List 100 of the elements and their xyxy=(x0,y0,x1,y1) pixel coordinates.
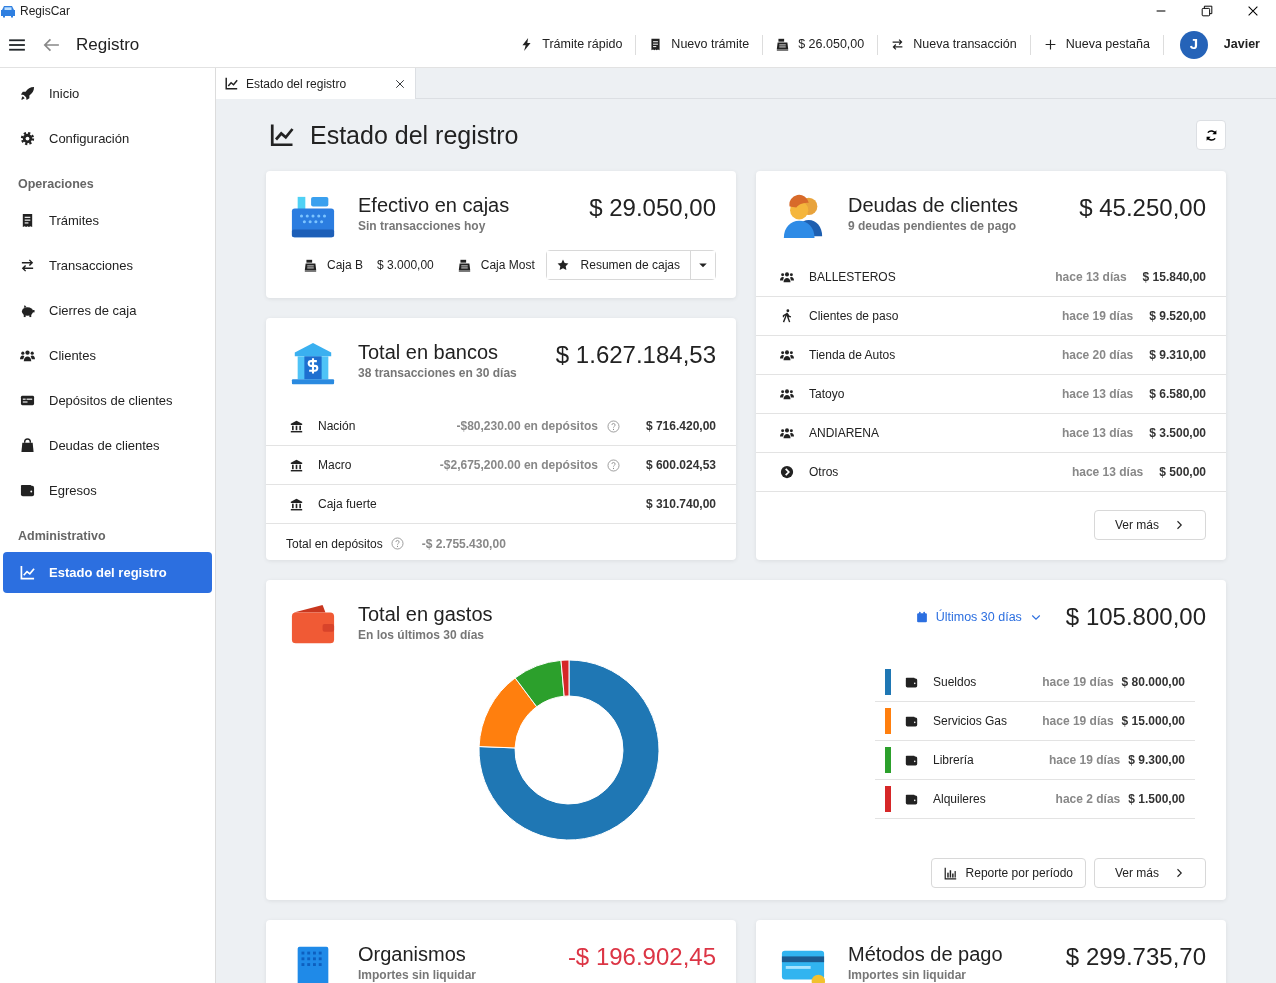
register-name: Caja B xyxy=(327,257,364,274)
help-icon xyxy=(390,537,404,550)
debt-age: hace 13 días xyxy=(1061,386,1134,403)
debt-amount: $ 500,00 xyxy=(1159,464,1206,481)
debt-age: hace 13 días xyxy=(1061,425,1134,442)
sidebar-item[interactable]: Trámites xyxy=(0,198,215,243)
account-amount: $ 310.740,00 xyxy=(645,496,716,513)
debt-age: hace 13 días xyxy=(1055,269,1127,286)
sidebar-heading: Operaciones xyxy=(17,176,95,194)
sidebar-item[interactable]: Egresos xyxy=(0,468,215,513)
wallet-icon xyxy=(905,753,918,767)
sidebar-item[interactable]: Configuración xyxy=(0,116,215,161)
toolbar-button[interactable]: Trámite rápido xyxy=(507,35,636,54)
card-amount: $ 105.800,00 xyxy=(1065,602,1206,632)
wallet-icon xyxy=(20,483,35,498)
card-subtitle: Sin transacciones hoy xyxy=(358,218,487,235)
expense-amount: $ 80.000,00 xyxy=(1121,674,1185,691)
total-deposits-amount: -$ 2.755.430,00 xyxy=(421,535,506,553)
sidebar-item[interactable]: Transacciones xyxy=(0,243,215,288)
calendar-icon xyxy=(915,611,928,624)
report-button[interactable]: Reporte por período xyxy=(930,858,1086,888)
card-title: Organismos xyxy=(358,942,467,966)
expense-amount: $ 15.000,00 xyxy=(1121,713,1185,730)
help-icon xyxy=(606,458,620,472)
debt-amount: $ 3.500,00 xyxy=(1149,425,1206,442)
piggy-bank-icon xyxy=(20,303,35,318)
card-amount: -$ 196.902,45 xyxy=(567,942,716,972)
debt-age: hace 19 días xyxy=(1061,308,1134,325)
user-name: Javier xyxy=(1223,36,1260,54)
tab[interactable]: Estado del registro xyxy=(216,68,416,99)
line-chart-icon xyxy=(270,123,294,147)
wallet-icon xyxy=(905,675,918,689)
sidebar-item[interactable]: Inicio xyxy=(0,71,215,116)
cash-register-illustration xyxy=(290,194,336,240)
card-subtitle: 9 deudas pendientes de pago xyxy=(848,218,1018,235)
sidebar-item[interactable]: Cierres de caja xyxy=(0,288,215,333)
line-chart-icon xyxy=(20,565,35,580)
card-title: Efectivo en cajas xyxy=(358,193,510,217)
debt-age: hace 13 días xyxy=(1071,464,1144,481)
sidebar-heading: Administrativo xyxy=(17,528,107,546)
cash-register-icon xyxy=(304,258,317,272)
users-icon xyxy=(780,270,794,284)
bank-illustration xyxy=(290,341,336,387)
card-subtitle: Importes sin liquidar xyxy=(848,967,968,983)
page-title: Registro xyxy=(76,33,140,56)
expense-amount: $ 9.300,00 xyxy=(1128,752,1185,769)
bank-icon xyxy=(290,458,303,472)
expense-age: hace 19 días xyxy=(1042,713,1114,730)
client-name: Clientes de paso xyxy=(809,308,900,325)
sidebar-item[interactable]: Clientes xyxy=(0,333,215,378)
expense-name: Librería xyxy=(933,752,975,769)
sidebar-item[interactable]: Depósitos de clientes xyxy=(0,378,215,423)
swap-arrows-icon xyxy=(891,38,905,51)
cash-register-icon xyxy=(457,258,471,272)
account-name: Caja fuerte xyxy=(318,496,377,513)
see-more-button[interactable]: Ver más xyxy=(1094,858,1206,888)
dropdown-button[interactable] xyxy=(690,251,715,279)
tab-label: Estado del registro xyxy=(246,75,348,93)
toolbar-button[interactable]: Nueva transacción xyxy=(878,35,1030,54)
expense-age: hace 2 días xyxy=(1055,791,1121,808)
toolbar-button[interactable]: $ 26.050,00 xyxy=(763,35,878,54)
toolbar-button[interactable]: Nuevo trámite xyxy=(636,35,763,54)
period-dropdown[interactable]: Últimos 30 días xyxy=(915,608,1042,627)
gear-icon xyxy=(20,131,35,146)
client-name: Otros xyxy=(809,464,840,481)
see-more-button[interactable]: Ver más xyxy=(1094,510,1206,540)
account-amount: $ 716.420,00 xyxy=(645,418,716,435)
card-subtitle: 38 transacciones en 30 días xyxy=(358,365,517,382)
debt-age: hace 20 días xyxy=(1061,347,1134,364)
users-icon xyxy=(780,387,794,401)
user-avatar[interactable]: J xyxy=(1179,30,1208,59)
deposits-note: -$80,230.00 en depósitos xyxy=(456,418,598,435)
expense-age: hace 19 días xyxy=(1048,752,1121,769)
account-name: Nación xyxy=(318,418,356,435)
help-icon xyxy=(606,419,620,433)
tab-close-button[interactable] xyxy=(394,77,406,90)
client-name: Tatoyo xyxy=(809,386,846,403)
sidebar-item[interactable]: Deudas de clientes xyxy=(0,423,215,468)
card-title: Métodos de pago xyxy=(848,942,1003,966)
card-title: Total en gastos xyxy=(358,602,493,626)
star-icon xyxy=(556,259,569,271)
wallet-icon xyxy=(905,792,918,806)
line-chart-icon xyxy=(225,77,238,90)
close-icon xyxy=(394,77,406,90)
debt-amount: $ 9.310,00 xyxy=(1149,347,1206,364)
walking-person-icon xyxy=(780,309,794,323)
rocket-icon xyxy=(20,86,35,101)
refresh-button[interactable] xyxy=(1196,120,1226,150)
account-name: Macro xyxy=(318,457,352,474)
wallet-icon xyxy=(905,714,918,728)
total-deposits-label: Total en depósitos xyxy=(286,535,383,553)
card-subtitle: En los últimos 30 días xyxy=(358,627,486,644)
account-amount: $ 600.024,53 xyxy=(645,457,716,474)
chevron-circle-icon xyxy=(780,465,794,479)
debt-amount: $ 6.580,00 xyxy=(1149,386,1206,403)
bank-icon xyxy=(290,419,303,433)
client-name: BALLESTEROS xyxy=(809,269,897,286)
deposits-note: -$2,675,200.00 en depósitos xyxy=(439,457,598,474)
toolbar-button[interactable]: Nueva pestaña xyxy=(1030,35,1163,54)
sidebar-item[interactable]: Estado del registro xyxy=(3,552,212,593)
